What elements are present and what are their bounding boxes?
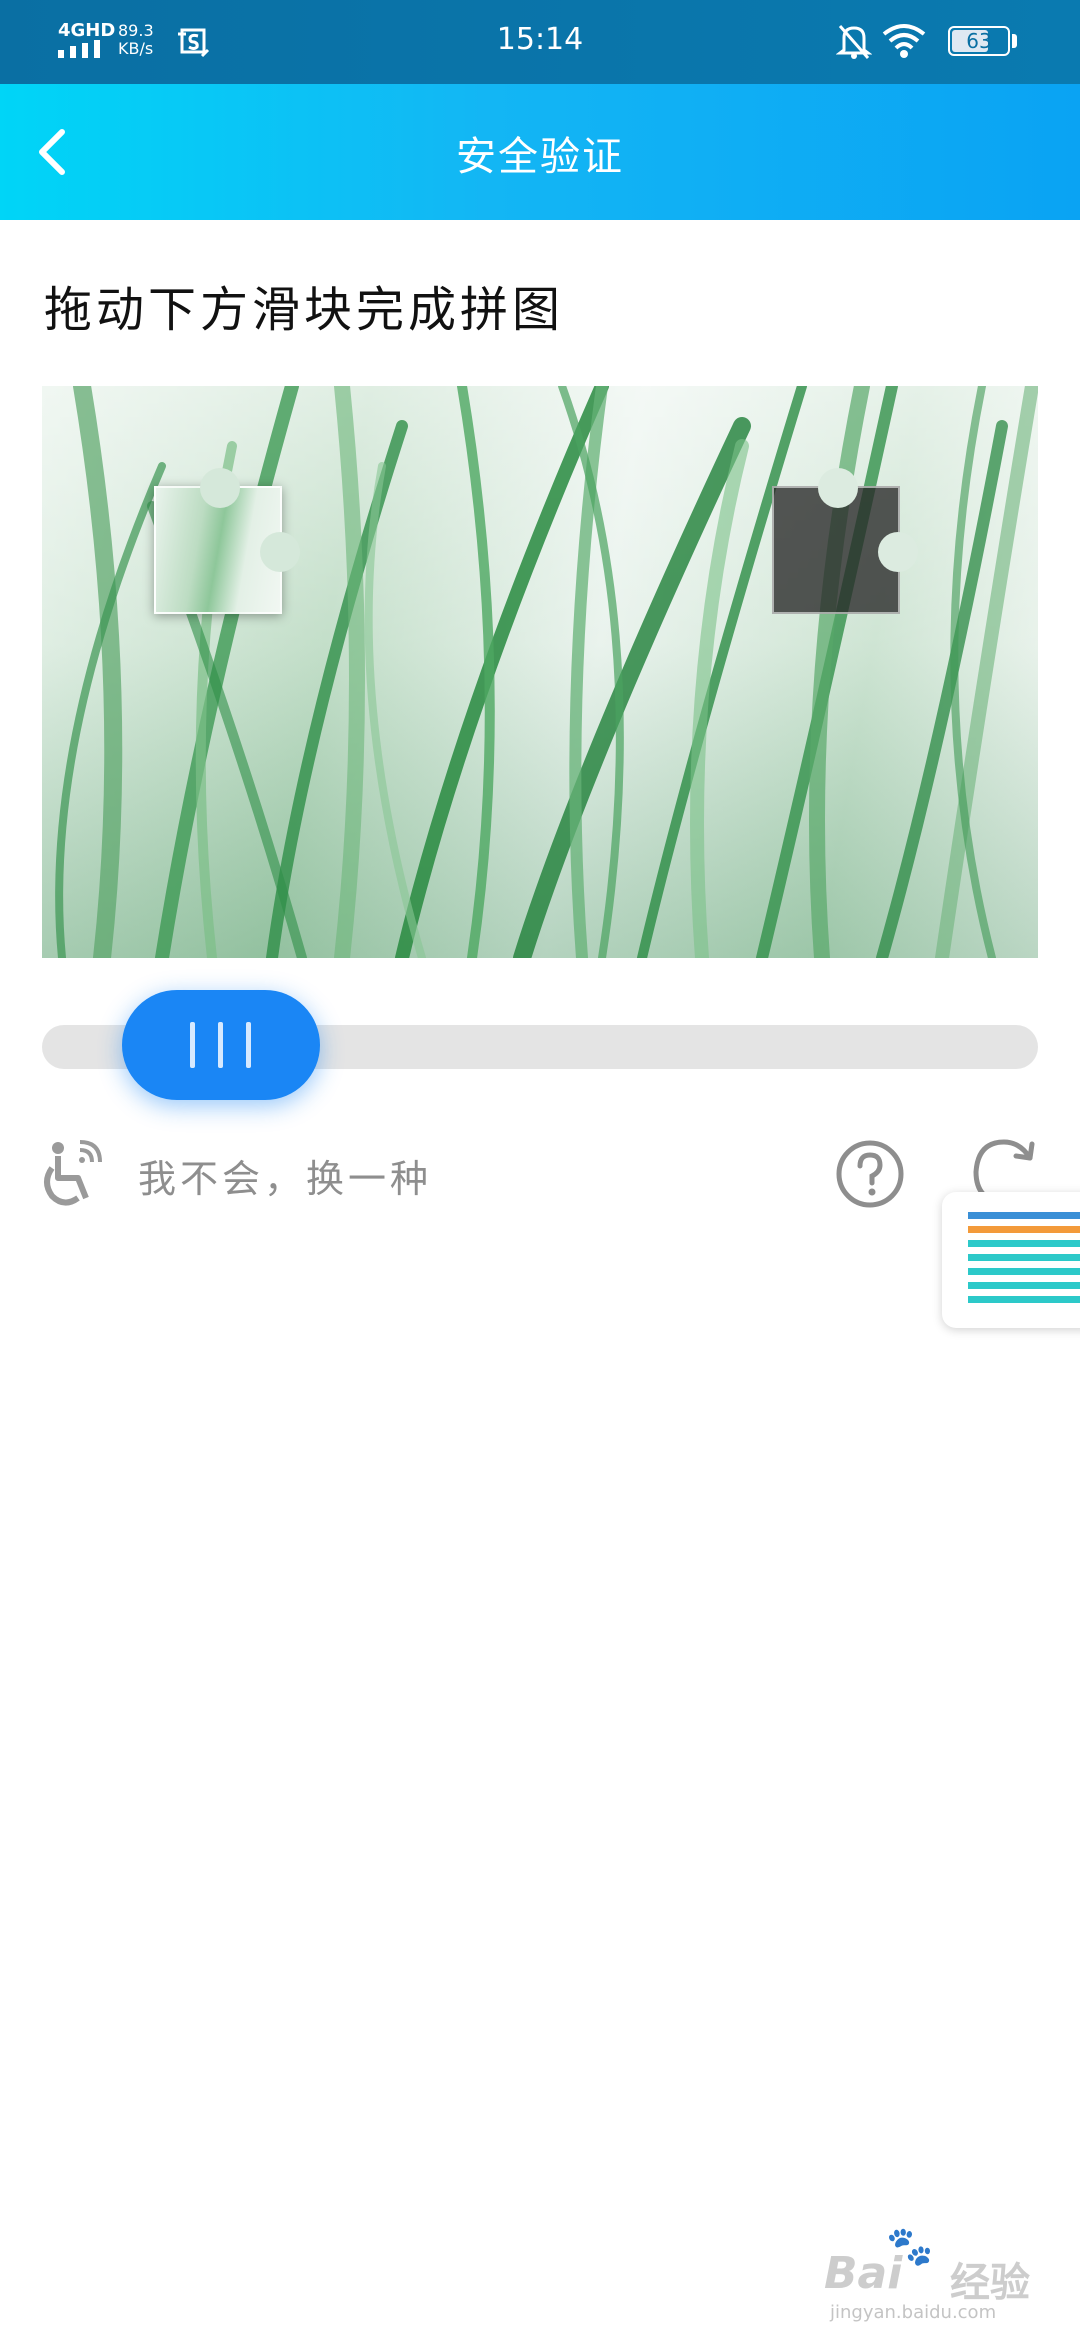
captcha-instruction: 拖动下方滑块完成拼图 — [44, 282, 565, 338]
floating-menu-widget[interactable] — [942, 1192, 1080, 1328]
piece-notch-top — [200, 468, 240, 508]
grass-background — [55, 386, 1038, 958]
paw-icon: 🐾 — [886, 2224, 934, 2268]
baidu-jingyan-watermark: Bai 🐾 经验 jingyan.baidu.com — [824, 2224, 1034, 2326]
grip-line — [190, 1022, 195, 1068]
question-circle-icon[interactable] — [834, 1138, 906, 1210]
grip-line — [246, 1022, 251, 1068]
battery-tip — [1012, 34, 1017, 48]
widget-line — [968, 1268, 1080, 1275]
widget-line — [968, 1212, 1080, 1219]
widget-line — [968, 1240, 1080, 1247]
piece-notch-right — [260, 532, 300, 572]
status-bar: 4GHD 89.3 KB/s 15:14 63 — [0, 0, 1080, 84]
wheelchair-audio-icon[interactable] — [40, 1138, 112, 1210]
watermark-url: jingyan.baidu.com — [830, 2302, 997, 2323]
battery-percent: 63 — [966, 29, 992, 53]
switch-verification-link[interactable]: 我不会，换一种 — [138, 1148, 432, 1203]
slot-notch-right — [878, 532, 918, 572]
slider-handle[interactable] — [122, 990, 320, 1100]
widget-line — [968, 1226, 1080, 1233]
puzzle-target-slot — [772, 468, 918, 614]
header: 安全验证 — [0, 84, 1080, 220]
widget-line — [968, 1254, 1080, 1261]
page-title: 安全验证 — [456, 134, 624, 180]
grip-line — [218, 1022, 223, 1068]
puzzle-piece — [154, 468, 300, 614]
widget-line — [968, 1282, 1080, 1289]
watermark-brand-cn: 经验 — [950, 2260, 1030, 2306]
bell-muted-icon — [836, 25, 872, 59]
widget-line — [968, 1296, 1080, 1303]
slot-notch-top — [818, 468, 858, 508]
captcha-image — [42, 386, 1038, 958]
wifi-icon — [882, 24, 926, 58]
